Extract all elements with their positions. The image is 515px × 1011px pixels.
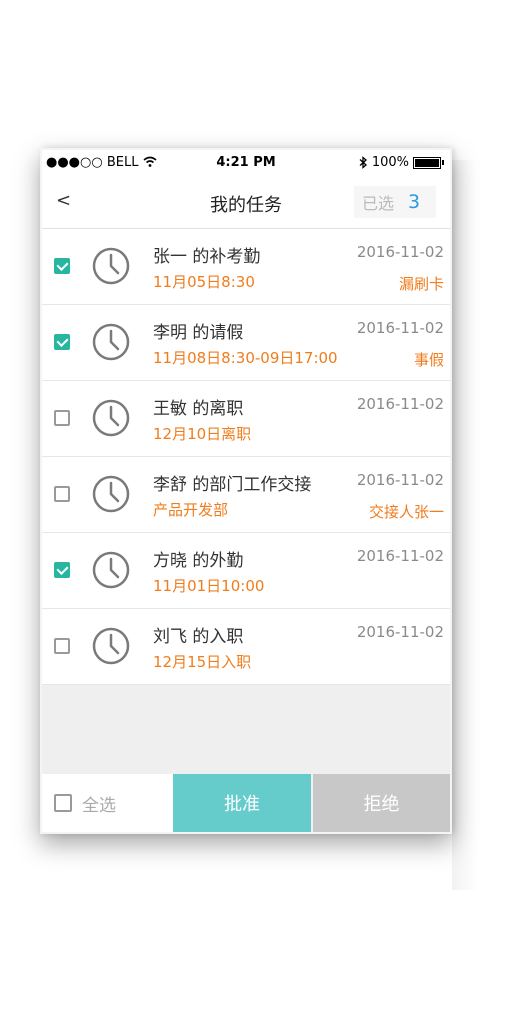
phone-screen: ●●●○○ BELL 4:21 PM 100% < 我的任务 已选 3 张一 的… xyxy=(40,148,452,834)
task-title: 李舒 的部门工作交接 xyxy=(153,475,312,495)
task-subtitle: 11月08日8:30-09日17:00 xyxy=(153,349,338,367)
task-tag: 交接人张一 xyxy=(368,503,444,521)
clock-icon xyxy=(92,247,130,285)
task-row[interactable]: 李明 的请假 11月08日8:30-09日17:00 2016-11-02 事假 xyxy=(42,305,450,381)
task-checkbox[interactable] xyxy=(54,562,70,578)
task-date: 2016-11-02 xyxy=(356,471,444,489)
clock-icon xyxy=(92,323,130,361)
bluetooth-icon xyxy=(359,156,367,169)
page-shadow xyxy=(452,160,478,890)
task-title: 张一 的补考勤 xyxy=(153,247,261,267)
select-all-toggle[interactable]: 全选 xyxy=(42,774,173,832)
task-title: 王敏 的离职 xyxy=(153,399,244,419)
task-subtitle: 产品开发部 xyxy=(153,501,229,519)
status-right: 100% xyxy=(359,155,444,170)
task-subtitle: 12月15日入职 xyxy=(153,653,252,671)
task-row[interactable]: 李舒 的部门工作交接 产品开发部 2016-11-02 交接人张一 xyxy=(42,457,450,533)
task-checkbox[interactable] xyxy=(54,410,70,426)
status-bar: ●●●○○ BELL 4:21 PM 100% xyxy=(42,150,450,176)
task-tag: 漏刷卡 xyxy=(398,275,444,293)
task-title: 刘飞 的入职 xyxy=(153,627,244,647)
clock-icon xyxy=(92,551,130,589)
task-title: 李明 的请假 xyxy=(153,323,244,343)
task-title: 方晓 的外勤 xyxy=(153,551,244,571)
task-date: 2016-11-02 xyxy=(356,395,444,413)
reject-button[interactable]: 拒绝 xyxy=(313,774,450,832)
task-subtitle: 11月05日8:30 xyxy=(153,273,255,291)
task-tag: 事假 xyxy=(413,351,444,369)
clock-icon xyxy=(92,475,130,513)
approve-button[interactable]: 批准 xyxy=(173,774,311,832)
bottom-action-bar: 全选 批准 拒绝 xyxy=(42,774,450,832)
task-list: 张一 的补考勤 11月05日8:30 2016-11-02 漏刷卡 李明 的请假… xyxy=(42,229,450,685)
task-row[interactable]: 方晓 的外勤 11月01日10:00 2016-11-02 xyxy=(42,533,450,609)
clock-icon xyxy=(92,399,130,437)
selected-count-box: 已选 3 xyxy=(354,186,436,218)
selected-label: 已选 xyxy=(362,194,395,213)
task-subtitle: 11月01日10:00 xyxy=(153,577,265,595)
navigation-bar: < 我的任务 已选 3 xyxy=(42,176,450,229)
task-date: 2016-11-02 xyxy=(356,319,444,337)
battery-percent: 100% xyxy=(371,155,409,170)
task-date: 2016-11-02 xyxy=(356,547,444,565)
task-date: 2016-11-02 xyxy=(356,623,444,641)
task-subtitle: 12月10日离职 xyxy=(153,425,252,443)
select-all-label: 全选 xyxy=(82,796,116,816)
task-checkbox[interactable] xyxy=(54,486,70,502)
task-row[interactable]: 王敏 的离职 12月10日离职 2016-11-02 xyxy=(42,381,450,457)
select-all-checkbox[interactable] xyxy=(54,794,72,812)
task-row[interactable]: 刘飞 的入职 12月15日入职 2016-11-02 xyxy=(42,609,450,685)
task-checkbox[interactable] xyxy=(54,638,70,654)
task-checkbox[interactable] xyxy=(54,258,70,274)
task-checkbox[interactable] xyxy=(54,334,70,350)
clock-icon xyxy=(92,627,130,665)
battery-icon xyxy=(413,156,441,169)
battery-tip xyxy=(442,160,444,165)
task-row[interactable]: 张一 的补考勤 11月05日8:30 2016-11-02 漏刷卡 xyxy=(42,229,450,305)
task-date: 2016-11-02 xyxy=(356,243,444,261)
selected-count: 3 xyxy=(408,191,421,213)
